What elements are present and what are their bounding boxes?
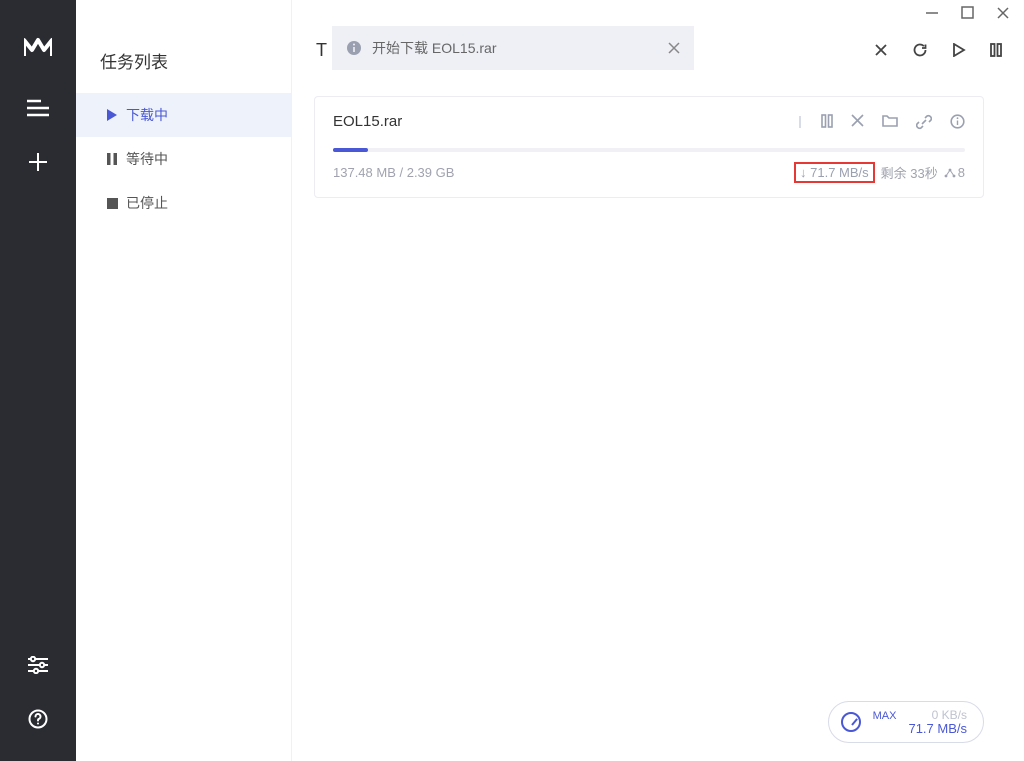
speed-max-label: MAX <box>873 710 897 722</box>
task-remaining: 剩余 33秒 <box>881 163 938 182</box>
window-controls <box>925 6 1010 20</box>
task-actions <box>797 114 965 130</box>
play-icon <box>98 109 126 121</box>
task-pause-icon[interactable] <box>821 114 833 130</box>
info-icon <box>346 40 362 56</box>
task-divider-icon <box>797 114 803 130</box>
toolbar <box>874 42 1002 58</box>
task-connections: 8 <box>944 165 965 180</box>
add-task-icon[interactable] <box>18 142 58 182</box>
gauge-icon <box>841 712 861 732</box>
task-remove-icon[interactable] <box>851 114 864 130</box>
resume-all-icon[interactable] <box>952 43 966 57</box>
sidebar-title: 任务列表 <box>76 36 291 93</box>
sidebar-item-waiting[interactable]: 等待中 <box>76 137 291 181</box>
sidebar-item-label: 等待中 <box>126 149 168 169</box>
task-link-icon[interactable] <box>916 114 932 130</box>
app-logo <box>24 36 52 56</box>
nav-rail <box>0 0 76 761</box>
settings-icon[interactable] <box>18 645 58 685</box>
sidebar-item-label: 已停止 <box>126 193 168 213</box>
task-size: 137.48 MB / 2.39 GB <box>333 165 454 180</box>
close-toast-icon[interactable] <box>668 42 680 54</box>
download-speed: 71.7 MB/s <box>908 722 967 736</box>
pause-all-icon[interactable] <box>990 43 1002 57</box>
progress-bar <box>333 148 965 152</box>
task-info-icon[interactable] <box>950 114 965 130</box>
delete-all-icon[interactable] <box>874 43 888 57</box>
task-filename: EOL15.rar <box>333 113 402 130</box>
progress-fill <box>333 148 368 152</box>
pause-icon <box>98 153 126 165</box>
speed-widget[interactable]: MAX 0 KB/s 71.7 MB/s <box>828 701 984 743</box>
refresh-icon[interactable] <box>912 42 928 58</box>
sidebar-item-downloading[interactable]: 下载中 <box>76 93 291 137</box>
task-card[interactable]: EOL15.rar 137.48 MB / 2.39 GB ↓ <box>314 96 984 198</box>
help-icon[interactable] <box>18 699 58 739</box>
main-area: 开始下载 EOL15.rar T EOL15.rar <box>292 0 1024 761</box>
toast-text: 开始下载 EOL15.rar <box>372 38 496 58</box>
maximize-icon[interactable] <box>961 6 974 20</box>
task-speed-highlight: ↓ 71.7 MB/s <box>794 162 875 183</box>
upload-speed: 0 KB/s <box>908 708 967 722</box>
sidebar-item-label: 下载中 <box>126 105 168 125</box>
notification-toast: 开始下载 EOL15.rar <box>332 26 694 70</box>
sidebar: 任务列表 下载中 等待中 已停止 <box>76 0 292 761</box>
minimize-icon[interactable] <box>925 6 939 20</box>
task-folder-icon[interactable] <box>882 114 898 130</box>
stop-icon <box>98 198 126 209</box>
page-title-partial: T <box>316 40 327 61</box>
close-window-icon[interactable] <box>996 6 1010 20</box>
tasks-nav-icon[interactable] <box>18 88 58 128</box>
sidebar-item-stopped[interactable]: 已停止 <box>76 181 291 225</box>
